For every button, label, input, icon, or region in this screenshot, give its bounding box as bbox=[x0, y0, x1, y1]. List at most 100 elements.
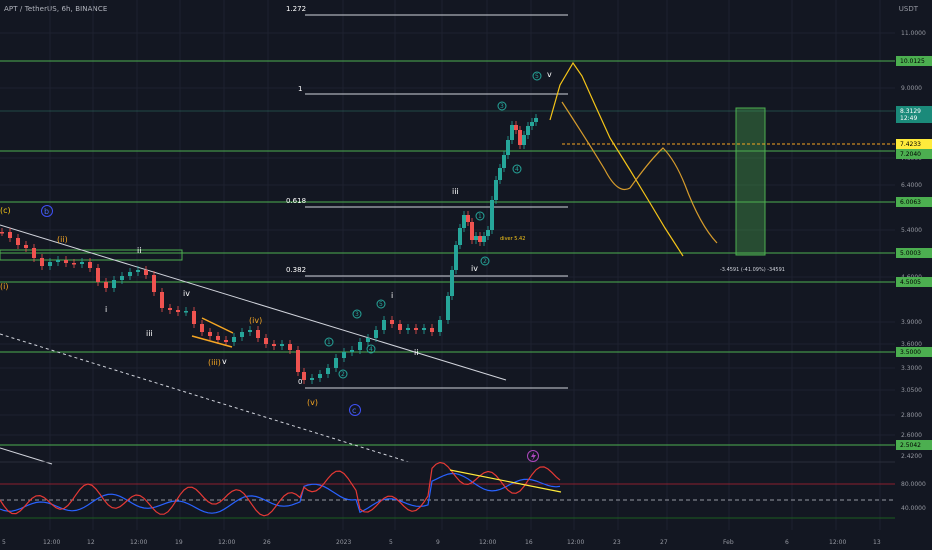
osc-tick: 40.0000 bbox=[901, 505, 926, 512]
candle[interactable] bbox=[518, 126, 522, 149]
candle[interactable] bbox=[326, 364, 330, 378]
candle[interactable] bbox=[494, 176, 498, 204]
candle[interactable] bbox=[272, 340, 276, 350]
fib-label-1: 1 bbox=[298, 85, 302, 93]
candle[interactable] bbox=[422, 324, 426, 334]
candle[interactable] bbox=[438, 316, 442, 336]
time-tick: 12:00 bbox=[218, 539, 235, 546]
candle[interactable] bbox=[470, 218, 474, 244]
candle[interactable] bbox=[184, 307, 188, 316]
rsi-divergence-line[interactable] bbox=[449, 469, 562, 493]
candle[interactable] bbox=[446, 292, 450, 324]
time-tick: 2023 bbox=[336, 539, 351, 546]
time-tick: 23 bbox=[613, 539, 621, 546]
wave-iii-orange: (iii) bbox=[208, 358, 221, 367]
subwave-2a: 2 bbox=[338, 369, 348, 379]
candle[interactable] bbox=[96, 264, 100, 286]
candle[interactable] bbox=[466, 211, 470, 226]
trendline-dashed[interactable] bbox=[0, 333, 413, 464]
candle[interactable] bbox=[534, 114, 538, 126]
candle[interactable] bbox=[152, 271, 156, 296]
candle[interactable] bbox=[192, 307, 196, 328]
price-tick: 11.0000 bbox=[901, 30, 926, 37]
time-tick: 26 bbox=[263, 539, 271, 546]
candle[interactable] bbox=[350, 346, 354, 356]
candle[interactable] bbox=[514, 121, 518, 134]
candle[interactable] bbox=[248, 326, 252, 336]
candle[interactable] bbox=[56, 256, 60, 266]
price-tick: 3.3000 bbox=[901, 365, 922, 372]
candle[interactable] bbox=[160, 288, 164, 312]
sub-wave-numbers: 1 2 3 4 5 1 2 3 4 5 bbox=[324, 71, 542, 379]
svg-text:5: 5 bbox=[535, 73, 539, 80]
candle[interactable] bbox=[40, 254, 44, 270]
candle[interactable] bbox=[310, 374, 314, 384]
candle[interactable] bbox=[502, 151, 506, 172]
candle[interactable] bbox=[510, 121, 514, 144]
candle[interactable] bbox=[498, 164, 502, 184]
candle[interactable] bbox=[454, 241, 458, 274]
zone-box[interactable] bbox=[0, 249, 183, 261]
candle[interactable] bbox=[406, 324, 410, 334]
candle[interactable] bbox=[296, 346, 300, 376]
oscillator-pane[interactable] bbox=[0, 450, 895, 519]
time-tick: 9 bbox=[436, 539, 440, 546]
candle[interactable] bbox=[450, 266, 454, 300]
time-tick: 16 bbox=[525, 539, 533, 546]
candle[interactable] bbox=[104, 278, 108, 292]
candle[interactable] bbox=[414, 324, 418, 334]
svg-text:5.0003: 5.0003 bbox=[900, 250, 921, 257]
trendline-descending[interactable] bbox=[0, 224, 507, 381]
svg-text:5: 5 bbox=[379, 301, 383, 308]
candle[interactable] bbox=[526, 122, 530, 139]
candle[interactable] bbox=[478, 232, 482, 246]
candle[interactable] bbox=[176, 306, 180, 316]
candle[interactable] bbox=[168, 304, 172, 314]
fib-label-0618: 0.618 bbox=[286, 197, 306, 205]
candle[interactable] bbox=[490, 196, 494, 234]
candle[interactable] bbox=[334, 354, 338, 372]
subwave-2b: 2 bbox=[480, 256, 490, 266]
trading-chart[interactable]: 1.272 1 0.618 0.382 0 -3.4591 (-41.09%) … bbox=[0, 0, 932, 550]
candle[interactable] bbox=[522, 131, 526, 149]
projection-path-2[interactable] bbox=[561, 101, 718, 244]
candle[interactable] bbox=[474, 232, 478, 244]
candle[interactable] bbox=[280, 340, 284, 350]
candle[interactable] bbox=[112, 276, 116, 292]
candle[interactable] bbox=[318, 370, 322, 382]
candle[interactable] bbox=[64, 256, 68, 267]
candle[interactable] bbox=[430, 324, 434, 336]
price-axis[interactable]: 11.00009.00007.60006.40005.40004.60003.9… bbox=[901, 30, 926, 512]
candle[interactable] bbox=[506, 136, 510, 159]
candle[interactable] bbox=[32, 244, 36, 262]
candle[interactable] bbox=[0, 228, 4, 236]
svg-text:6.0063: 6.0063 bbox=[900, 199, 921, 206]
candle[interactable] bbox=[482, 232, 486, 246]
wave-v-white-1: v bbox=[222, 357, 227, 366]
time-tick: 12:00 bbox=[567, 539, 584, 546]
candle[interactable] bbox=[240, 328, 244, 341]
candle[interactable] bbox=[264, 334, 268, 348]
candle[interactable] bbox=[256, 326, 260, 342]
target-box[interactable] bbox=[735, 107, 766, 256]
subwave-1a: 1 bbox=[324, 337, 334, 347]
wave-iii-white-2: iii bbox=[452, 187, 459, 196]
projection-path-1[interactable] bbox=[549, 61, 684, 257]
candle[interactable] bbox=[16, 234, 20, 249]
price-label-50003: 5.0003 bbox=[896, 248, 932, 258]
candle[interactable] bbox=[458, 224, 462, 249]
candle[interactable] bbox=[302, 368, 306, 384]
wave-v-orange: (v) bbox=[307, 398, 318, 407]
time-axis[interactable]: 5 12:00 12 12:00 19 12:00 26 2023 5 9 12:00 16 12:00… bbox=[2, 539, 881, 546]
candle[interactable] bbox=[128, 268, 132, 280]
price-tick: 3.9000 bbox=[901, 319, 922, 326]
candle[interactable] bbox=[462, 211, 466, 232]
time-tick: 12:00 bbox=[479, 539, 496, 546]
candle[interactable] bbox=[208, 328, 212, 340]
candle[interactable] bbox=[382, 316, 386, 334]
svg-text:2.5042: 2.5042 bbox=[900, 442, 921, 449]
lightning-icon[interactable] bbox=[527, 450, 539, 462]
candle[interactable] bbox=[390, 316, 394, 328]
wave-ii-orange: (ii) bbox=[57, 235, 68, 244]
wave-labels: (c) b (ii) (i) ii i iii iv v (iii) (iv) … bbox=[0, 70, 552, 416]
